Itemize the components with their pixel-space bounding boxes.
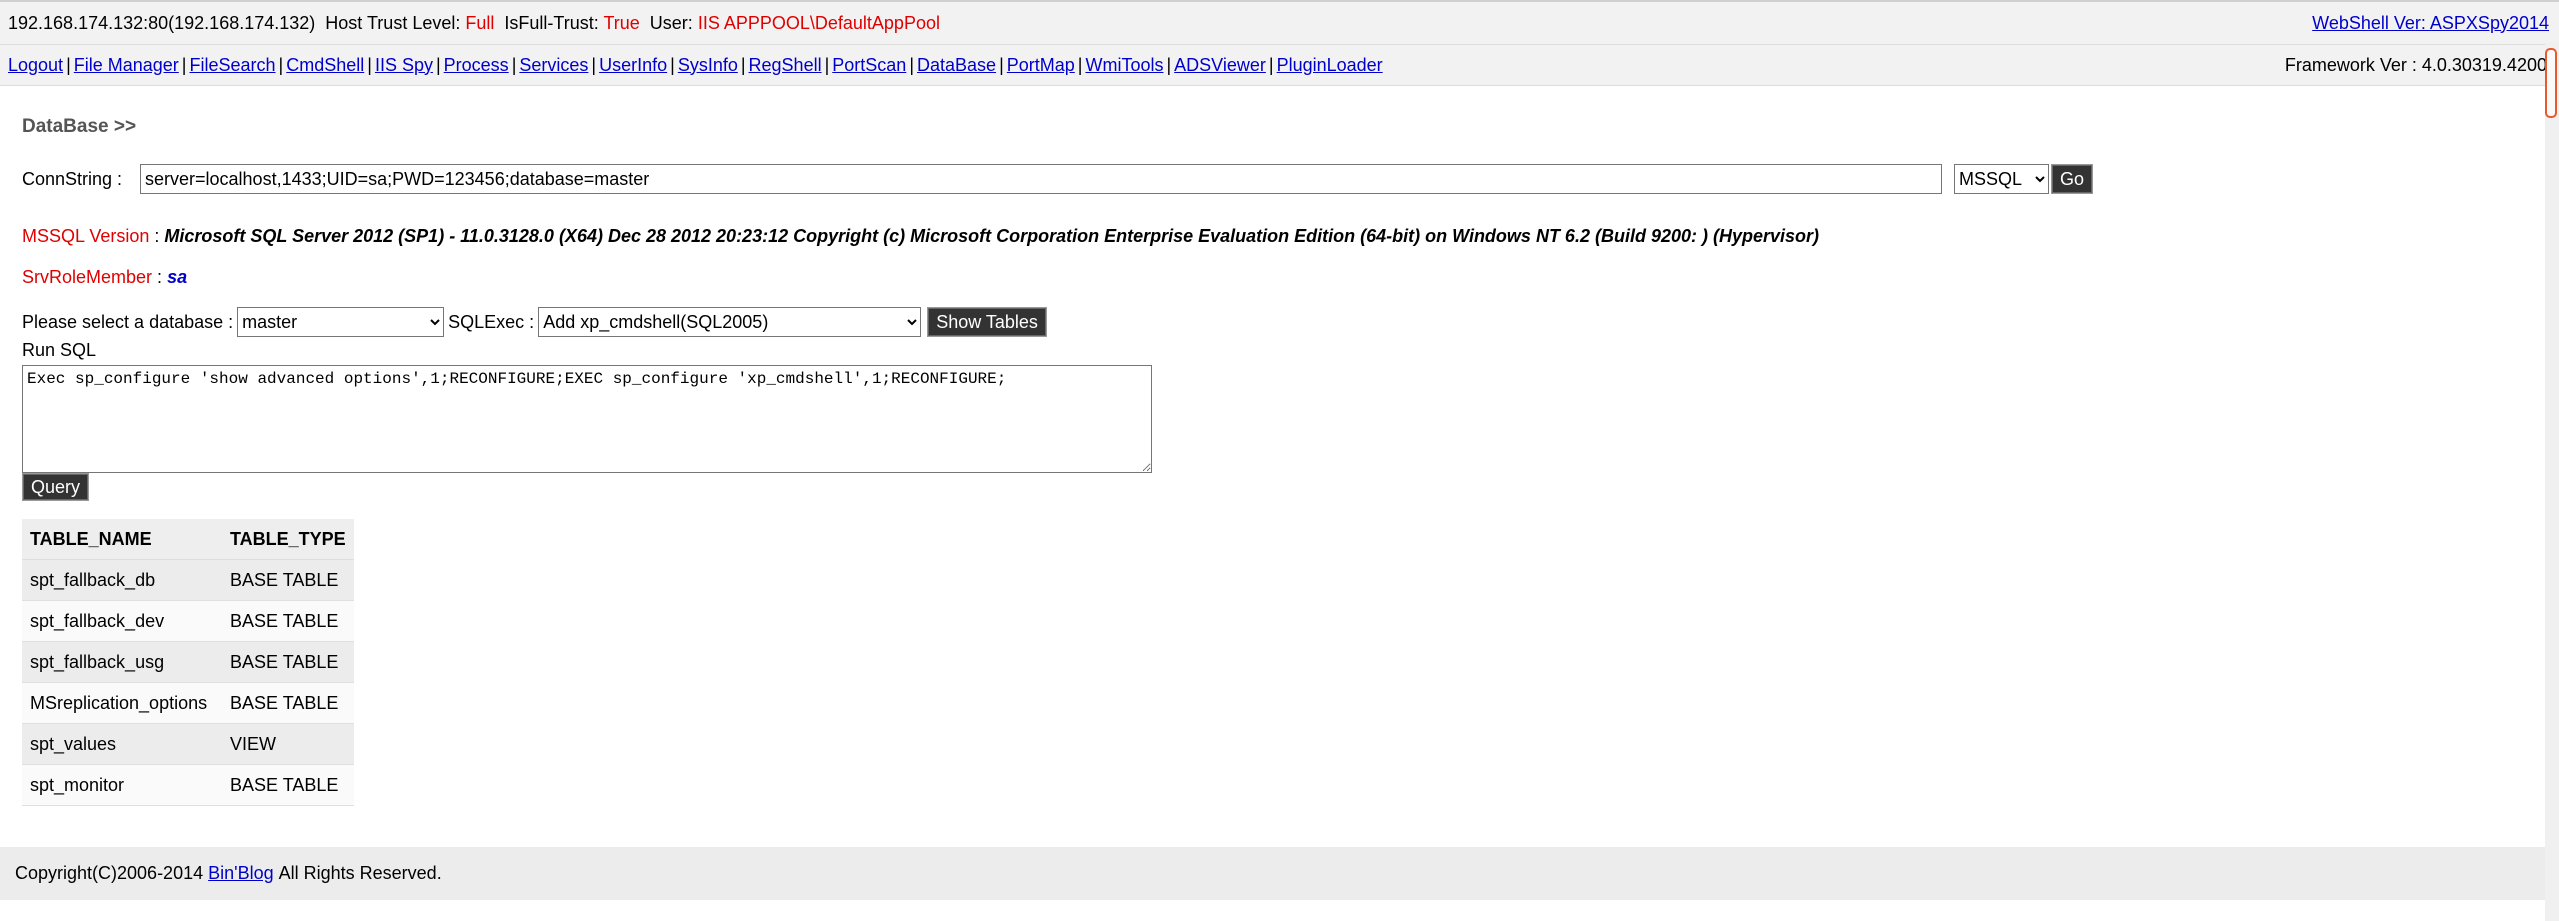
nav-separator: | xyxy=(511,54,517,75)
info-bar: 192.168.174.132:80(192.168.174.132) Host… xyxy=(0,2,2559,45)
nav-link-services[interactable]: Services xyxy=(519,55,588,75)
nav-separator: | xyxy=(824,54,830,75)
footer: Copyright(C)2006-2014 Bin'Blog All Right… xyxy=(0,847,2545,900)
mssql-version-label: MSSQL Version xyxy=(22,226,150,246)
table-row: spt_fallback_usg BASE TABLE xyxy=(22,641,354,683)
host-info: 192.168.174.132:80(192.168.174.132) Host… xyxy=(8,13,940,34)
table-name-cell: spt_fallback_usg xyxy=(22,641,222,683)
nav-link-sysinfo[interactable]: SysInfo xyxy=(678,55,738,75)
table-header-row: TABLE_NAME TABLE_TYPE xyxy=(22,519,354,560)
results-table: TABLE_NAME TABLE_TYPE spt_fallback_db BAS… xyxy=(22,519,354,806)
nav-link-portmap[interactable]: PortMap xyxy=(1007,55,1075,75)
sqlexec-label: SQLExec : xyxy=(448,311,535,332)
role-member-label: SrvRoleMember xyxy=(22,267,153,287)
nav-link-iis-spy[interactable]: IIS Spy xyxy=(375,55,433,75)
nav-link-wmitools[interactable]: WmiTools xyxy=(1085,55,1163,75)
role-member-line: SrvRoleMember : sa xyxy=(22,267,2537,288)
nav-separator: | xyxy=(670,54,675,75)
sqlexec-select[interactable]: Add xp_cmdshell(SQL2005) xyxy=(538,307,922,337)
query-button[interactable]: Query xyxy=(22,473,90,501)
nav-link-regshell[interactable]: RegShell xyxy=(749,55,822,75)
nav-link-cmdshell[interactable]: CmdShell xyxy=(286,55,364,75)
nav-separator: | xyxy=(66,54,71,75)
nav-link-database[interactable]: DataBase xyxy=(917,55,996,75)
nav-separator: | xyxy=(999,54,1004,75)
nav-separator: | xyxy=(740,54,746,75)
host-address: 192.168.174.132:80(192.168.174.132) xyxy=(8,12,316,33)
framework-version: Framework Ver : 4.0.30319.42000 xyxy=(2284,54,2557,75)
show-tables-button[interactable]: Show Tables xyxy=(927,307,1047,337)
nav-separator: | xyxy=(278,54,284,75)
mssql-version-line: MSSQL Version : Microsoft SQL Server 201… xyxy=(22,226,2537,247)
table-row: MSreplication_options BASE TABLE xyxy=(22,682,354,724)
sql-textarea[interactable]: Exec sp_configure 'show advanced options… xyxy=(22,365,1152,473)
table-name-cell: spt_monitor xyxy=(22,764,222,806)
main-content: DataBase >> ConnString : MSSQL Go MSSQL … xyxy=(0,116,2559,806)
nav-bar: Logout | File Manager | FileSearch | CmdShell |… xyxy=(0,45,2559,86)
nav-separator: | xyxy=(181,54,187,75)
copyright-text: Copyright(C)2006-2014 xyxy=(15,863,204,883)
column-header-table-name: TABLE_NAME xyxy=(22,519,222,560)
table-type-cell: BASE TABLE xyxy=(222,764,354,806)
nav-link-logout[interactable]: Logout xyxy=(8,55,63,75)
connstring-row: ConnString : MSSQL Go xyxy=(22,162,2537,196)
blog-link[interactable]: Bin'Blog xyxy=(208,863,273,884)
nav-link-file-manager[interactable]: File Manager xyxy=(74,55,179,75)
column-header-table-type: TABLE_TYPE xyxy=(222,519,354,560)
nav-separator: | xyxy=(367,54,372,75)
user-label: User: xyxy=(649,12,693,33)
table-name-cell: spt_fallback_dev xyxy=(22,600,222,642)
go-button[interactable]: Go xyxy=(2051,164,2094,194)
nav-link-filesearch[interactable]: FileSearch xyxy=(189,55,275,75)
nav-links: Logout | File Manager | FileSearch | CmdShell |… xyxy=(8,55,1383,76)
trust-level-value: Full xyxy=(465,12,495,33)
nav-link-userinfo[interactable]: UserInfo xyxy=(599,55,667,75)
scrollbar-thumb[interactable] xyxy=(2545,48,2557,118)
trust-level-label: Host Trust Level: xyxy=(325,12,461,33)
full-trust-label: IsFull-Trust: xyxy=(504,12,599,33)
mssql-version-sep: : xyxy=(149,226,165,246)
nav-link-process[interactable]: Process xyxy=(444,55,509,75)
table-type-cell: BASE TABLE xyxy=(222,559,354,601)
table-type-cell: VIEW xyxy=(222,723,354,765)
database-select[interactable]: master xyxy=(237,307,445,337)
user-value: IIS APPPOOL\DefaultAppPool xyxy=(697,12,940,33)
table-name-cell: MSreplication_options xyxy=(22,682,222,724)
rights-text: All Rights Reserved. xyxy=(278,863,442,883)
table-name-cell: spt_values xyxy=(22,723,222,765)
role-member-value: sa xyxy=(167,267,188,287)
full-trust-value: True xyxy=(603,12,640,33)
connstring-input[interactable] xyxy=(140,164,1942,194)
table-row: spt_fallback_dev BASE TABLE xyxy=(22,600,354,642)
vertical-scrollbar[interactable] xyxy=(2545,42,2559,921)
table-row: spt_values VIEW xyxy=(22,723,354,765)
nav-link-adsviewer[interactable]: ADSViewer xyxy=(1174,55,1266,75)
webshell-version-link[interactable]: WebShell Ver: ASPXSpy2014 xyxy=(2312,13,2549,34)
nav-separator: | xyxy=(1166,54,1172,75)
table-name-cell: spt_fallback_db xyxy=(22,559,222,601)
nav-separator: | xyxy=(591,54,597,75)
nav-separator: | xyxy=(435,54,441,75)
select-database-label: Please select a database : xyxy=(22,311,234,332)
nav-link-pluginloader[interactable]: PluginLoader xyxy=(1277,55,1383,75)
nav-link-portscan[interactable]: PortScan xyxy=(832,55,906,75)
db-type-select[interactable]: MSSQL xyxy=(1954,164,2049,194)
nav-separator: | xyxy=(1268,54,1274,75)
table-type-cell: BASE TABLE xyxy=(222,600,354,642)
connstring-label: ConnString : xyxy=(22,168,123,189)
database-select-row: Please select a database : master SQLExe… xyxy=(22,306,2537,338)
run-sql-label: Run SQL xyxy=(22,340,97,360)
table-type-cell: BASE TABLE xyxy=(222,682,354,724)
page-title: DataBase >> xyxy=(22,116,137,137)
table-row: spt_monitor BASE TABLE xyxy=(22,764,354,806)
table-row: spt_fallback_db BASE TABLE xyxy=(22,559,354,601)
mssql-version-value: Microsoft SQL Server 2012 (SP1) - 11.0.3… xyxy=(164,226,1820,246)
role-member-sep: : xyxy=(152,267,168,287)
table-type-cell: BASE TABLE xyxy=(222,641,354,683)
nav-separator: | xyxy=(1077,54,1083,75)
nav-separator: | xyxy=(909,54,914,75)
